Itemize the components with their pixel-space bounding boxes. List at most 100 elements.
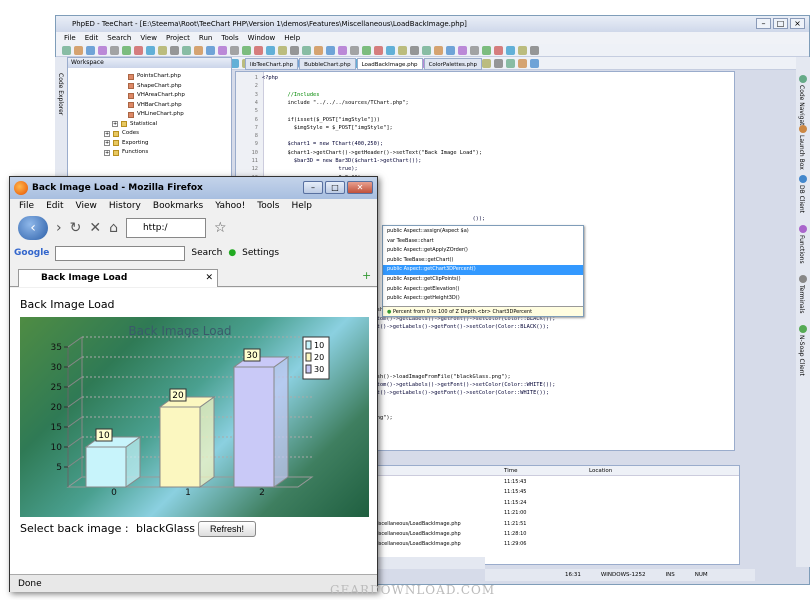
toolbar-icon[interactable] xyxy=(266,45,275,55)
menu-tools[interactable]: Tools xyxy=(221,32,238,44)
autocomplete-item[interactable]: public Aspect::getElevation() xyxy=(383,285,583,294)
toolbar-icon[interactable] xyxy=(206,45,215,55)
toolbar-icon[interactable] xyxy=(530,58,539,68)
tree-item[interactable]: + Functions xyxy=(104,148,148,157)
expand-icon[interactable]: + xyxy=(112,121,118,127)
autocomplete-item[interactable]: public Aspect::getHeight3D() xyxy=(383,294,583,303)
ff-close-button[interactable]: ✕ xyxy=(347,181,373,194)
search-button[interactable]: Search xyxy=(191,248,222,258)
toolbar-icon[interactable] xyxy=(326,45,335,55)
toolbar-icon[interactable] xyxy=(314,45,323,55)
refresh-button[interactable]: Refresh! xyxy=(198,521,256,537)
toolbar-icon[interactable] xyxy=(446,45,455,55)
ff-menu-yahoo[interactable]: Yahoo! xyxy=(215,199,245,214)
toolbar-icon[interactable] xyxy=(86,45,95,55)
tree-item[interactable]: ShapeChart.php xyxy=(128,82,182,91)
toolbar-icon[interactable] xyxy=(470,45,479,55)
toolbar-icon[interactable] xyxy=(170,45,179,55)
toolbar-icon[interactable] xyxy=(254,45,263,55)
toolbar-icon[interactable] xyxy=(530,45,539,55)
maximize-button[interactable]: □ xyxy=(773,18,788,29)
toolbar-icon[interactable] xyxy=(422,45,431,55)
ff-menu-edit[interactable]: Edit xyxy=(46,199,63,214)
right-dock-tab[interactable]: Functions xyxy=(798,225,807,264)
bookmark-star-icon[interactable]: ☆ xyxy=(214,220,227,236)
tree-item[interactable]: + Exporting xyxy=(104,139,149,148)
toolbar-icon[interactable] xyxy=(410,45,419,55)
tab-close-icon[interactable]: ✕ xyxy=(205,270,213,287)
toolbar-icon[interactable] xyxy=(374,45,383,55)
menu-file[interactable]: File xyxy=(64,32,76,44)
ff-minimize-button[interactable]: – xyxy=(303,181,323,194)
tree-item[interactable]: PointsChart.php xyxy=(128,72,181,81)
back-button[interactable]: ‹ xyxy=(18,216,48,240)
minimize-button[interactable]: – xyxy=(756,18,771,29)
right-dock-tab[interactable]: DB Client xyxy=(798,175,807,213)
menu-run[interactable]: Run xyxy=(199,32,212,44)
autocomplete-item[interactable]: public Aspect::getClipPoints() xyxy=(383,275,583,284)
toolbar-icon[interactable] xyxy=(134,45,143,55)
reload-icon[interactable]: ↻ xyxy=(70,220,82,236)
toolbar-icon[interactable] xyxy=(182,45,191,55)
editor-tab[interactable]: BubbleChart.php xyxy=(299,58,356,70)
right-dock-tab[interactable]: Code Navigator xyxy=(798,75,807,132)
editor-tab[interactable]: libTeeChart.php xyxy=(245,58,299,70)
expand-icon[interactable]: + xyxy=(104,140,110,146)
toolbar-icon[interactable] xyxy=(518,45,527,55)
toolbar-icon[interactable] xyxy=(194,45,203,55)
toolbar-icon[interactable] xyxy=(158,45,167,55)
tree-item[interactable]: + Statistical xyxy=(112,120,157,129)
toolbar-icon[interactable] xyxy=(482,45,491,55)
autocomplete-item[interactable]: public Aspect::getApplyZOrder() xyxy=(383,246,583,255)
settings-button[interactable]: Settings xyxy=(242,248,279,258)
autocomplete-item[interactable]: public Aspect::assign(Aspect $a) xyxy=(383,227,583,236)
ff-menu-help[interactable]: Help xyxy=(291,199,312,214)
toolbar-icon[interactable] xyxy=(110,45,119,55)
right-dock-tab[interactable]: N-Soap Client xyxy=(798,325,807,376)
ff-menu-tools[interactable]: Tools xyxy=(257,199,279,214)
google-search-input[interactable] xyxy=(55,245,186,261)
toolbar-icon[interactable] xyxy=(146,45,155,55)
ff-menu-history[interactable]: History xyxy=(109,199,141,214)
editor-tab[interactable]: LoadBackImage.php xyxy=(356,58,423,70)
toolbar-icon[interactable] xyxy=(398,45,407,55)
toolbar-icon[interactable] xyxy=(290,45,299,55)
toolbar-icon[interactable] xyxy=(62,45,71,55)
toolbar-icon[interactable] xyxy=(518,58,527,68)
toolbar-icon[interactable] xyxy=(302,45,311,55)
menu-window[interactable]: Window xyxy=(248,32,276,44)
ff-menu-file[interactable]: File xyxy=(19,199,34,214)
menu-help[interactable]: Help xyxy=(284,32,300,44)
toolbar-icon[interactable] xyxy=(494,45,503,55)
menu-edit[interactable]: Edit xyxy=(85,32,99,44)
right-dock-tab[interactable]: Launch Box xyxy=(798,125,807,170)
tree-item[interactable]: VHBarChart.php xyxy=(128,101,182,110)
right-dock-tab[interactable]: Terminals xyxy=(798,275,807,313)
toolbar-icon[interactable] xyxy=(230,45,239,55)
firefox-tab[interactable]: Back Image Load ✕ xyxy=(18,269,218,287)
autocomplete-item[interactable]: public Aspect::getChart3DPercent() xyxy=(383,265,583,275)
menu-search[interactable]: Search xyxy=(107,32,131,44)
url-bar[interactable]: http:/ xyxy=(125,218,206,238)
toolbar-icon[interactable] xyxy=(350,45,359,55)
toolbar-icon[interactable] xyxy=(434,45,443,55)
expand-icon[interactable]: + xyxy=(104,149,110,156)
toolbar-icon[interactable] xyxy=(482,58,491,68)
toolbar-icon[interactable] xyxy=(98,45,107,55)
toolbar-icon[interactable] xyxy=(506,45,515,55)
toolbar-icon[interactable] xyxy=(386,45,395,55)
toolbar-icon[interactable] xyxy=(458,45,467,55)
expand-icon[interactable]: + xyxy=(104,130,110,137)
stop-icon[interactable]: ✕ xyxy=(89,220,101,236)
code-explorer-tab[interactable]: Code Explorer xyxy=(57,73,64,115)
editor-tab[interactable]: ColorPalettes.php xyxy=(423,58,483,70)
autocomplete-item[interactable]: var TeeBase::chart xyxy=(383,237,583,246)
ff-maximize-button[interactable]: □ xyxy=(325,181,345,194)
new-tab-icon[interactable]: + xyxy=(362,269,371,282)
menu-project[interactable]: Project xyxy=(166,32,190,44)
toolbar-icon[interactable] xyxy=(242,45,251,55)
toolbar-icon[interactable] xyxy=(74,45,83,55)
close-button[interactable]: × xyxy=(790,18,805,29)
toolbar-icon[interactable] xyxy=(506,58,515,68)
toolbar-icon[interactable] xyxy=(338,45,347,55)
